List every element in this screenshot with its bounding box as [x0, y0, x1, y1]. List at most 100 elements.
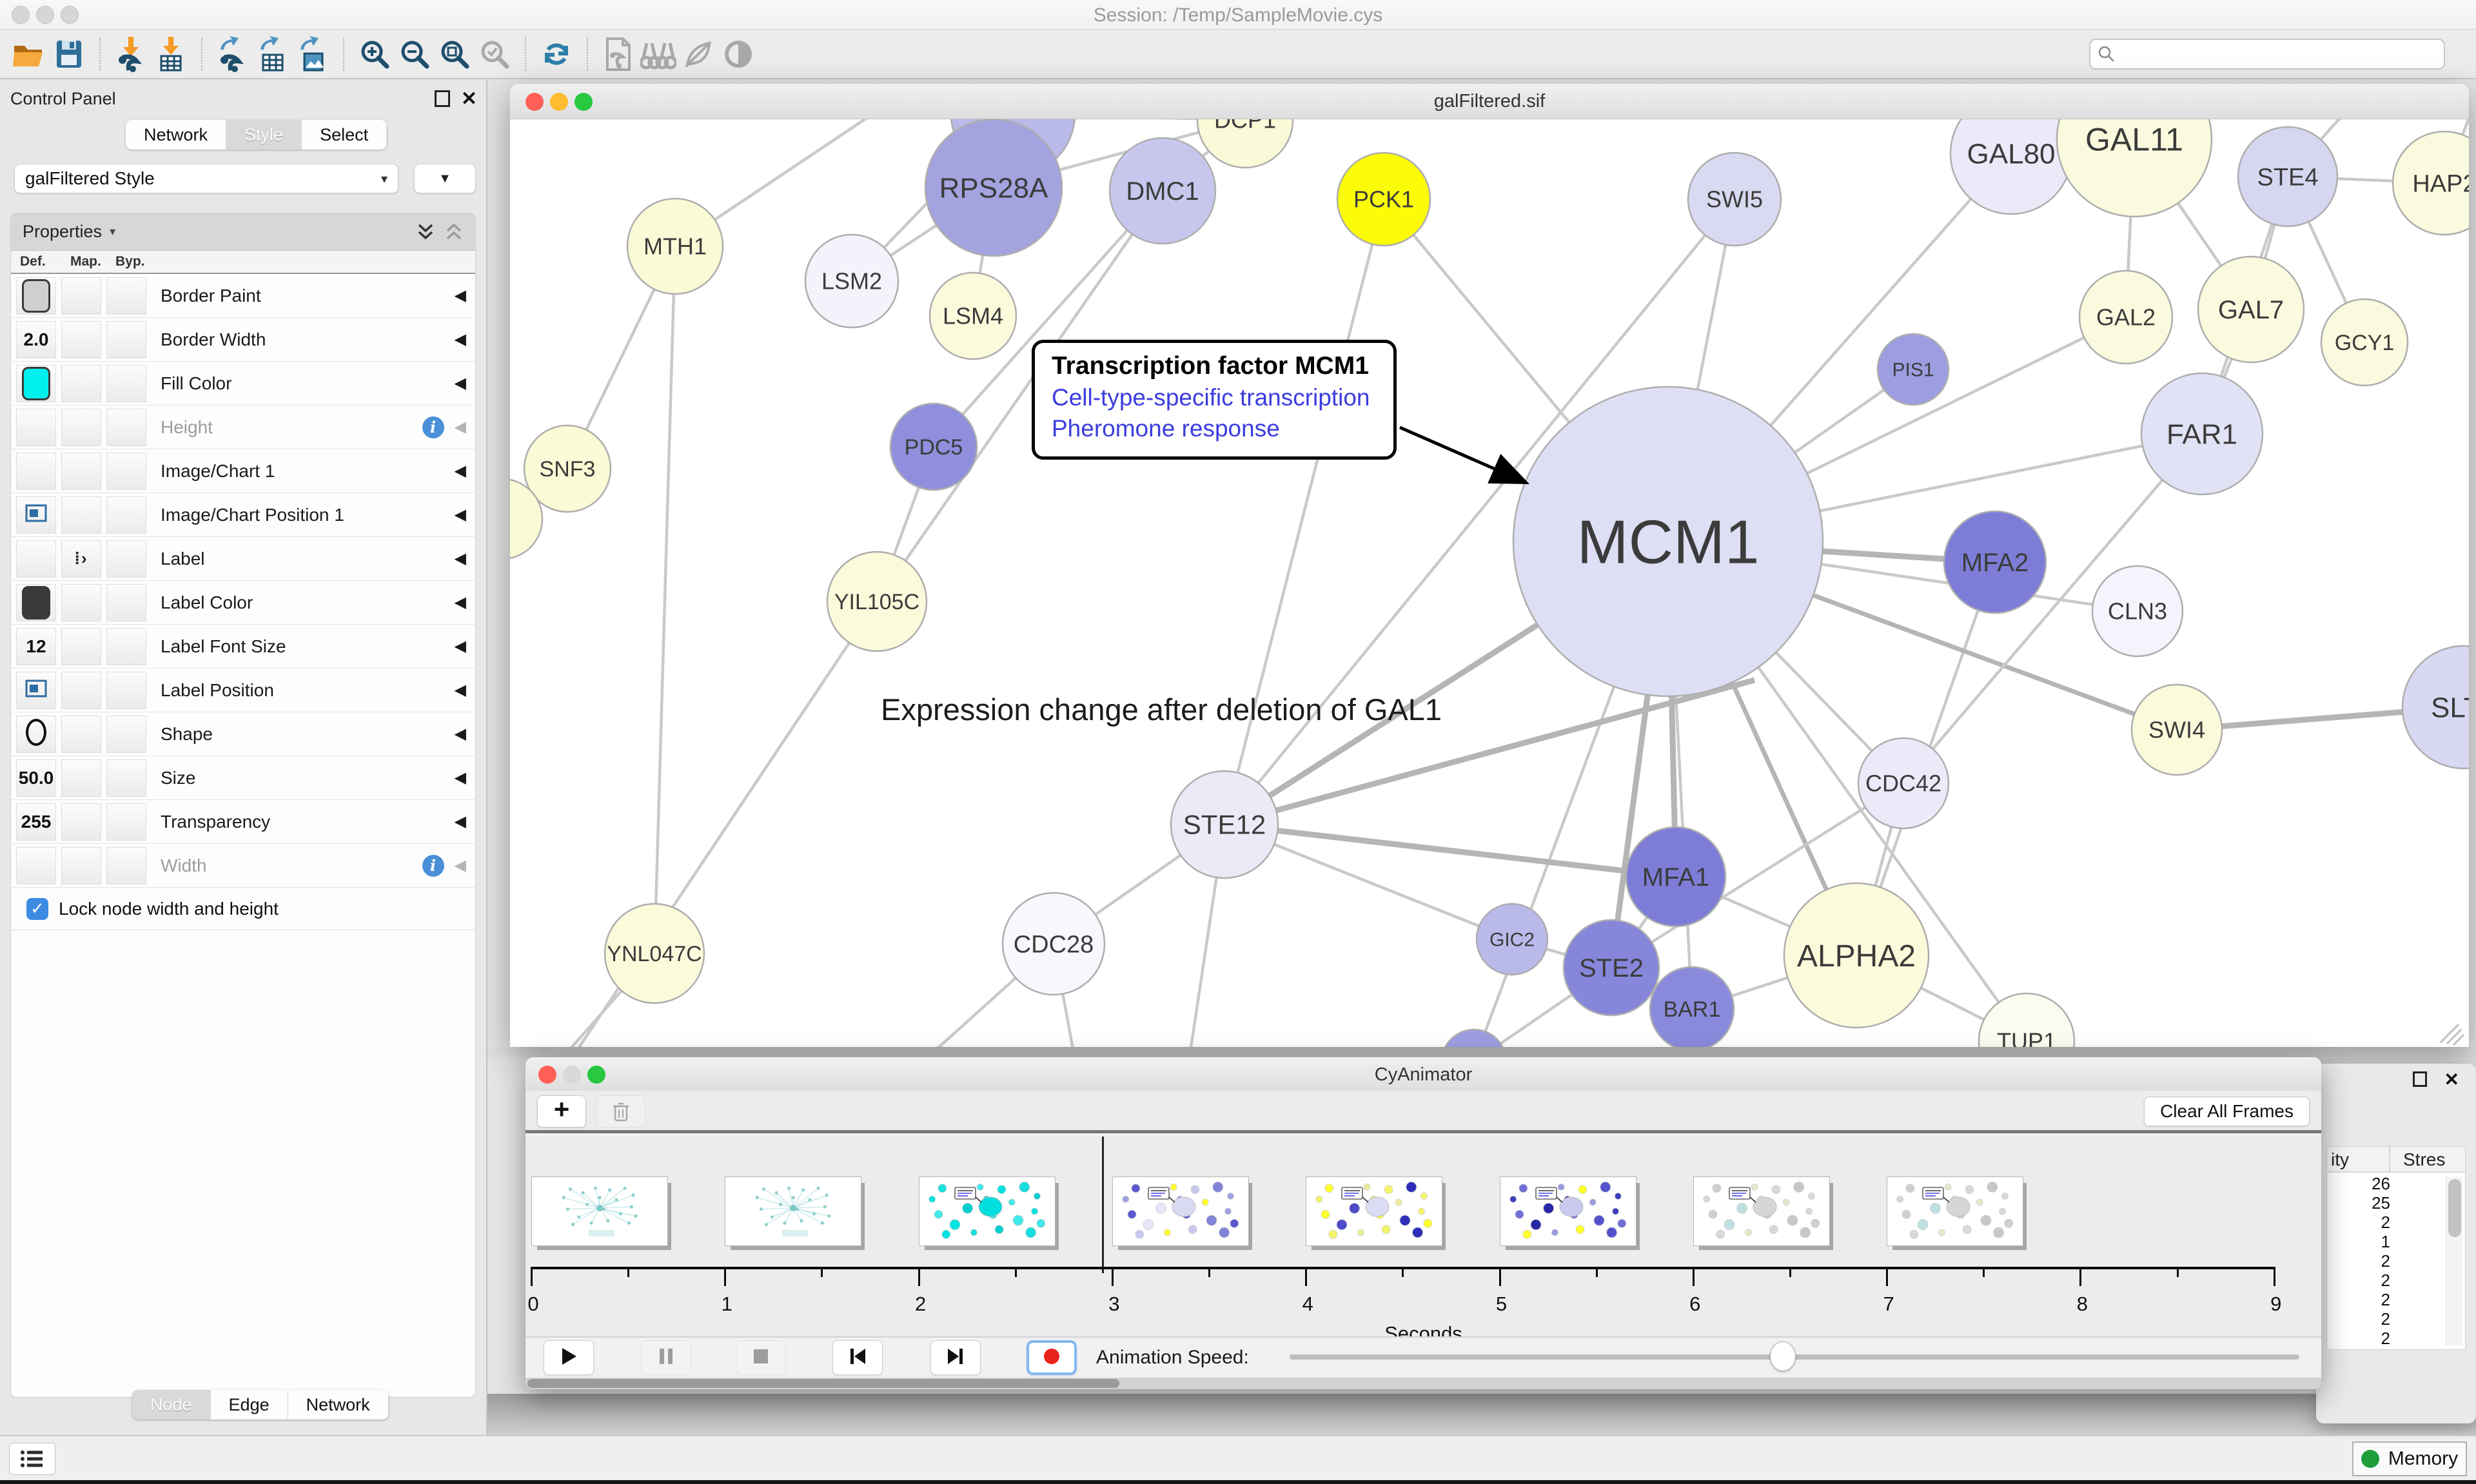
property-row-fill-color[interactable]: Fill Color ◀: [11, 362, 475, 405]
zoom-selected-button[interactable]: [475, 34, 515, 74]
property-row-border-paint[interactable]: Border Paint ◀: [11, 274, 475, 318]
property-row-transparency[interactable]: 255 Transparency ◀: [11, 800, 475, 844]
frame-thumbnail[interactable]: [1112, 1176, 1249, 1246]
memory-button[interactable]: Memory: [2352, 1441, 2467, 1476]
checkbox-checked-icon[interactable]: ✓: [26, 898, 48, 920]
expand-arrow-icon[interactable]: ◀: [455, 418, 466, 436]
default-cell[interactable]: 2.0: [16, 321, 56, 358]
bypass-cell[interactable]: [106, 628, 146, 665]
bypass-cell[interactable]: [106, 453, 146, 490]
binoculars-button[interactable]: [638, 34, 678, 74]
property-row-shape[interactable]: Shape ◀: [11, 712, 475, 756]
table-row[interactable]: 26: [2327, 1174, 2441, 1193]
table-row[interactable]: 2: [2327, 1309, 2441, 1329]
table-scrollbar[interactable]: [2446, 1176, 2462, 1345]
color-swatch[interactable]: [22, 367, 50, 400]
import-table-button[interactable]: [151, 34, 191, 74]
bypass-cell[interactable]: [106, 496, 146, 534]
add-frame-button[interactable]: +: [537, 1095, 586, 1128]
network-window-titlebar[interactable]: galFiltered.sif: [510, 84, 2469, 119]
default-cell[interactable]: [16, 409, 56, 446]
speed-slider-knob[interactable]: [1770, 1342, 1796, 1371]
hide-details-button[interactable]: [678, 34, 718, 74]
default-value[interactable]: 255: [21, 812, 52, 832]
style-selector[interactable]: galFiltered Style ▾: [14, 164, 398, 193]
mapping-cell[interactable]: [61, 803, 101, 841]
default-cell[interactable]: 255: [16, 803, 56, 841]
show-panels-button[interactable]: [9, 1443, 55, 1475]
network-canvas[interactable]: DCP1RPS28ADMC1PCK1SWI5GAL80GAL11STE4HAP2…: [510, 119, 2469, 1047]
timeline[interactable]: Seconds 0123456789: [526, 1137, 2321, 1336]
default-cell[interactable]: [16, 716, 56, 753]
frame-thumbnail[interactable]: [725, 1176, 861, 1246]
open-session-button[interactable]: [9, 34, 49, 74]
playhead[interactable]: [1102, 1137, 1104, 1273]
expand-all-icon[interactable]: [416, 221, 435, 243]
tab-network[interactable]: Network: [288, 1390, 389, 1420]
property-row-image-chart-1[interactable]: Image/Chart 1 ◀: [11, 449, 475, 493]
bypass-cell[interactable]: [106, 277, 146, 315]
properties-header[interactable]: Properties ▾: [11, 213, 475, 251]
mapping-cell[interactable]: [61, 584, 101, 621]
tab-select[interactable]: Select: [302, 120, 387, 150]
node-table[interactable]: ity Stres 26252122222: [2326, 1146, 2466, 1350]
property-row-label-color[interactable]: Label Color ◀: [11, 581, 475, 625]
close-panel-icon[interactable]: ✕: [2444, 1069, 2459, 1090]
frame-thumbnail[interactable]: [1500, 1176, 1636, 1246]
zoom-in-button[interactable]: [355, 34, 395, 74]
network-node-NODE_B[interactable]: [1442, 1030, 1506, 1047]
info-icon[interactable]: i: [422, 855, 444, 877]
table-row[interactable]: 2: [2327, 1290, 2441, 1309]
mapping-cell[interactable]: [61, 453, 101, 490]
pause-button[interactable]: [641, 1340, 691, 1375]
tab-style[interactable]: Style: [226, 120, 302, 150]
property-row-label-font-size[interactable]: 12 Label Font Size ◀: [11, 625, 475, 669]
expand-arrow-icon[interactable]: ◀: [455, 505, 466, 524]
import-network-button[interactable]: [111, 34, 151, 74]
export-table-button[interactable]: [253, 34, 293, 74]
scrollbar-thumb[interactable]: [2448, 1179, 2461, 1237]
float-panel-icon[interactable]: [2413, 1071, 2427, 1087]
mapping-cell[interactable]: [61, 672, 101, 709]
mapping-cell[interactable]: [61, 759, 101, 797]
mapping-cell[interactable]: [61, 847, 101, 884]
mapping-cell[interactable]: [61, 716, 101, 753]
lock-size-row[interactable]: ✓ Lock node width and height: [11, 888, 475, 930]
color-swatch[interactable]: [22, 586, 50, 620]
style-options-button[interactable]: ▼: [414, 164, 476, 193]
table-row[interactable]: 2: [2327, 1213, 2441, 1232]
cyanimator-titlebar[interactable]: CyAnimator: [526, 1057, 2321, 1093]
property-row-label-position[interactable]: Label Position ◀: [11, 669, 475, 712]
property-row-label[interactable]: ⁞› Label ◀: [11, 537, 475, 581]
record-button[interactable]: [1027, 1340, 1077, 1375]
default-cell[interactable]: [16, 540, 56, 578]
frame-thumbnail[interactable]: [1306, 1176, 1442, 1246]
bypass-cell[interactable]: [106, 672, 146, 709]
expand-arrow-icon[interactable]: ◀: [455, 593, 466, 612]
default-cell[interactable]: [16, 584, 56, 621]
table-row[interactable]: 2: [2327, 1271, 2441, 1290]
expand-arrow-icon[interactable]: ◀: [455, 725, 466, 743]
table-row[interactable]: 2: [2327, 1329, 2441, 1348]
property-row-height[interactable]: Height i ◀: [11, 405, 475, 449]
column-header[interactable]: Stres: [2403, 1149, 2445, 1170]
position-icon[interactable]: [25, 504, 47, 525]
zoom-fit-button[interactable]: [435, 34, 475, 74]
canvas-note-text[interactable]: Expression change after deletion of GAL1: [881, 692, 1442, 727]
search-field[interactable]: [2089, 39, 2445, 70]
expand-arrow-icon[interactable]: ◀: [455, 768, 466, 787]
position-icon[interactable]: [25, 679, 47, 701]
mapping-cell[interactable]: [61, 365, 101, 402]
expand-arrow-icon[interactable]: ◀: [455, 856, 466, 875]
default-cell[interactable]: [16, 277, 56, 315]
timeline-scrollbar[interactable]: [526, 1378, 2321, 1389]
property-row-image-chart-position-1[interactable]: Image/Chart Position 1 ◀: [11, 493, 475, 537]
expand-arrow-icon[interactable]: ◀: [455, 330, 466, 349]
expand-arrow-icon[interactable]: ◀: [455, 637, 466, 656]
expand-arrow-icon[interactable]: ◀: [455, 286, 466, 305]
table-row[interactable]: 25: [2327, 1193, 2441, 1213]
property-row-size[interactable]: 50.0 Size ◀: [11, 756, 475, 800]
export-image-button[interactable]: [293, 34, 333, 74]
skip-start-button[interactable]: [832, 1340, 883, 1375]
bypass-cell[interactable]: [106, 321, 146, 358]
